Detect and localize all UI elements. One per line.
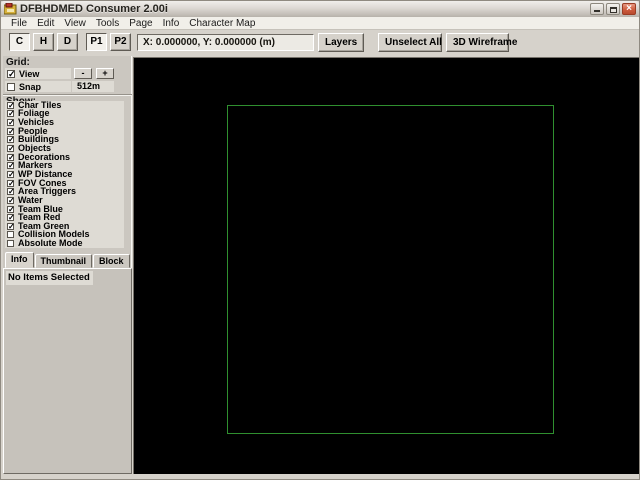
checkbox-vehicles[interactable]: ✓: [7, 119, 15, 127]
map-boundary-outline: [227, 105, 554, 434]
show-filter-list: ✓ Char Tiles ✓ Foliage ✓ Vehicles ✓ People ✓ Buil…: [5, 100, 124, 248]
grid-zoom-out-button[interactable]: -: [74, 68, 92, 79]
menu-tools[interactable]: Tools: [91, 18, 124, 29]
title-bar[interactable]: DFBHDMED Consumer 2.00i ×: [1, 1, 639, 17]
app-icon: [3, 2, 17, 15]
checkbox-wp-distance[interactable]: ✓: [7, 170, 15, 178]
checkbox-fov-cones[interactable]: ✓: [7, 179, 15, 187]
snap-checkbox[interactable]: [7, 82, 15, 91]
minimize-icon: [594, 10, 600, 12]
menu-file[interactable]: File: [6, 18, 32, 29]
show-row-absolute-mode: Absolute Mode: [5, 239, 124, 248]
tab-info[interactable]: Info: [5, 252, 34, 268]
window-controls: ×: [590, 3, 636, 15]
checkbox-area-triggers[interactable]: ✓: [7, 188, 15, 196]
checkbox-team-red[interactable]: ✓: [7, 214, 15, 222]
window-title: DFBHDMED Consumer 2.00i: [20, 3, 168, 15]
checkbox-markers[interactable]: ✓: [7, 162, 15, 170]
checkbox-decorations[interactable]: ✓: [7, 153, 15, 161]
mode-button-c[interactable]: C: [9, 33, 30, 51]
menu-info[interactable]: Info: [158, 18, 185, 29]
restore-button[interactable]: [606, 3, 620, 15]
checkbox-team-green[interactable]: ✓: [7, 222, 15, 230]
toolbar: CHD P1 P2 X: 0.000000, Y: 0.000000 (m) La…: [1, 30, 639, 56]
menu-bar: File Edit View Tools Page Info Character Map: [1, 17, 639, 30]
checkbox-team-blue[interactable]: ✓: [7, 205, 15, 213]
grid-snap-row: Snap: [5, 81, 71, 92]
minimize-button[interactable]: [590, 3, 604, 15]
mode-button-h[interactable]: H: [33, 33, 54, 51]
grid-section-label: Grid:: [6, 57, 30, 68]
info-panel: No Items Selected: [3, 268, 132, 474]
restore-icon: [610, 7, 617, 13]
menu-page[interactable]: Page: [124, 18, 157, 29]
tab-block[interactable]: Block: [93, 254, 130, 268]
snap-label: Snap: [19, 81, 42, 92]
unselect-all-button[interactable]: Unselect All: [378, 33, 442, 52]
checkbox-buildings[interactable]: ✓: [7, 136, 15, 144]
sidebar-tabs: Info Thumbnail Block: [5, 252, 131, 268]
view-checkbox[interactable]: ✓: [7, 69, 16, 78]
sidebar: Grid: ✓ View - + Snap 512m Show: ✓Char T…: [3, 56, 132, 474]
view-label: View: [19, 68, 40, 79]
app-window: DFBHDMED Consumer 2.00i × File Edit View To…: [0, 0, 640, 480]
checkbox-absolute-mode[interactable]: [7, 240, 14, 248]
layers-button[interactable]: Layers: [318, 33, 364, 52]
close-button[interactable]: ×: [622, 3, 636, 15]
label-absolute-mode: Absolute Mode: [18, 238, 83, 249]
menu-edit[interactable]: Edit: [32, 18, 59, 29]
grid-zoom-in-button[interactable]: +: [96, 68, 114, 79]
menu-view[interactable]: View: [59, 18, 91, 29]
tab-thumbnail[interactable]: Thumbnail: [34, 254, 92, 268]
map-canvas[interactable]: [133, 57, 639, 474]
checkbox-people[interactable]: ✓: [7, 127, 15, 135]
checkbox-water[interactable]: ✓: [7, 196, 15, 204]
mode-button-d[interactable]: D: [57, 33, 78, 51]
coordinates-display: X: 0.000000, Y: 0.000000 (m): [137, 34, 314, 51]
grid-view-row: ✓ View: [5, 68, 71, 79]
checkbox-char-tiles[interactable]: ✓: [7, 101, 15, 109]
checkbox-foliage[interactable]: ✓: [7, 110, 15, 118]
page-button-p2[interactable]: P2: [110, 33, 131, 51]
page-button-p1[interactable]: P1: [86, 33, 107, 51]
menu-character-map[interactable]: Character Map: [184, 18, 260, 29]
info-panel-message: No Items Selected: [6, 271, 93, 285]
3d-wireframe-button[interactable]: 3D Wireframe: [446, 33, 517, 52]
checkbox-collision-models[interactable]: [7, 231, 14, 239]
snap-size-value: 512m: [72, 81, 114, 92]
checkbox-objects[interactable]: ✓: [7, 145, 15, 153]
